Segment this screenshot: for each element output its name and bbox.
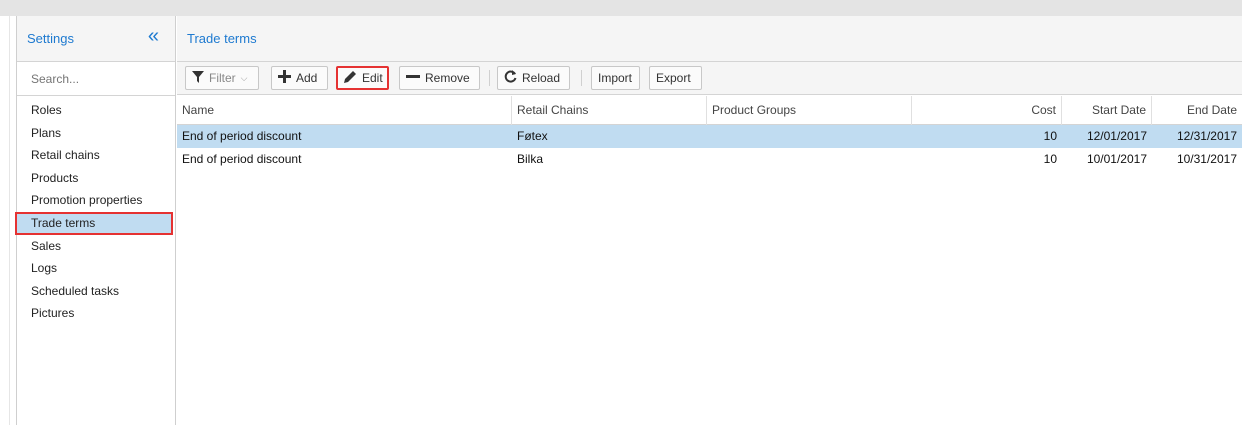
sidebar-nav: Roles Plans Retail chains Products Promo… <box>15 96 175 325</box>
sidebar-item-sales[interactable]: Sales <box>17 235 175 258</box>
toolbar: Filter ⌵ Add Edit Remove Reload Import E… <box>177 62 1242 95</box>
add-label: Add <box>296 71 318 85</box>
sidebar-item-trade-terms[interactable]: Trade terms <box>15 211 173 235</box>
filter-icon <box>192 70 204 86</box>
minus-icon <box>406 70 420 86</box>
reload-button[interactable]: Reload <box>497 66 570 90</box>
left-edge <box>0 16 10 425</box>
sidebar-header: Settings « <box>17 16 175 62</box>
settings-sidebar: Settings « Roles Plans Retail chains Pro… <box>15 16 176 425</box>
cell-start-date: 10/01/2017 <box>1086 152 1147 166</box>
column-header-cost[interactable]: Cost <box>912 96 1062 125</box>
table-row[interactable]: End of period discount Føtex 10 12/01/20… <box>177 125 1242 148</box>
cell-cost: 10 <box>1043 129 1057 143</box>
cell-start-date: 12/01/2017 <box>1086 129 1147 143</box>
import-button[interactable]: Import <box>591 66 640 90</box>
toolbar-separator <box>489 70 490 86</box>
search-input[interactable] <box>17 62 175 95</box>
toolbar-separator <box>581 70 582 86</box>
column-header-name[interactable]: Name <box>177 96 512 125</box>
double-chevron-left-icon[interactable]: « <box>148 26 159 46</box>
sidebar-item-retail-chains[interactable]: Retail chains <box>17 144 175 167</box>
cell-end-date: 12/31/2017 <box>1176 129 1237 143</box>
cell-product-groups <box>707 148 912 171</box>
add-button[interactable]: Add <box>271 66 328 90</box>
sidebar-item-plans[interactable]: Plans <box>17 122 175 145</box>
cell-end-date: 10/31/2017 <box>1176 152 1237 166</box>
pencil-icon <box>344 70 357 86</box>
filter-label: Filter <box>209 71 236 85</box>
column-header-retail-chains[interactable]: Retail Chains <box>512 96 707 125</box>
cell-name: End of period discount <box>182 129 302 143</box>
table-row[interactable]: End of period discount Bilka 10 10/01/20… <box>177 148 1242 171</box>
column-header-end-date[interactable]: End Date <box>1152 96 1242 125</box>
sidebar-item-products[interactable]: Products <box>17 167 175 190</box>
reload-icon <box>504 70 517 86</box>
edit-button[interactable]: Edit <box>336 66 389 90</box>
panel-header: Trade terms <box>177 16 1242 62</box>
export-label: Export <box>656 71 691 85</box>
sidebar-item-pictures[interactable]: Pictures <box>17 302 175 325</box>
cell-product-groups <box>707 125 912 148</box>
top-bar <box>0 0 1242 16</box>
sidebar-title: Settings <box>27 31 74 46</box>
trade-terms-table: Name Retail Chains Product Groups Cost S… <box>177 96 1242 171</box>
cell-retail-chains: Føtex <box>517 129 548 143</box>
chevron-down-icon: ⌵ <box>240 72 248 83</box>
column-header-start-date[interactable]: Start Date <box>1062 96 1152 125</box>
remove-button[interactable]: Remove <box>399 66 480 90</box>
reload-label: Reload <box>522 71 561 85</box>
filter-button[interactable]: Filter ⌵ <box>185 66 259 90</box>
remove-label: Remove <box>425 71 470 85</box>
cell-name: End of period discount <box>182 152 302 166</box>
sidebar-item-roles[interactable]: Roles <box>17 99 175 122</box>
plus-icon <box>278 70 291 86</box>
edit-label: Edit <box>362 71 383 85</box>
import-label: Import <box>598 71 633 85</box>
cell-retail-chains: Bilka <box>517 152 544 166</box>
trade-terms-panel: Trade terms Filter ⌵ Add Edit Remove Rel… <box>177 16 1242 425</box>
sidebar-item-logs[interactable]: Logs <box>17 257 175 280</box>
sidebar-item-scheduled-tasks[interactable]: Scheduled tasks <box>17 280 175 303</box>
export-button[interactable]: Export <box>649 66 702 90</box>
sidebar-item-promotion-properties[interactable]: Promotion properties <box>17 189 175 212</box>
sidebar-search <box>17 62 175 96</box>
column-header-product-groups[interactable]: Product Groups <box>707 96 912 125</box>
page-title: Trade terms <box>187 31 257 46</box>
cell-cost: 10 <box>1043 152 1057 166</box>
table-header: Name Retail Chains Product Groups Cost S… <box>177 96 1242 125</box>
